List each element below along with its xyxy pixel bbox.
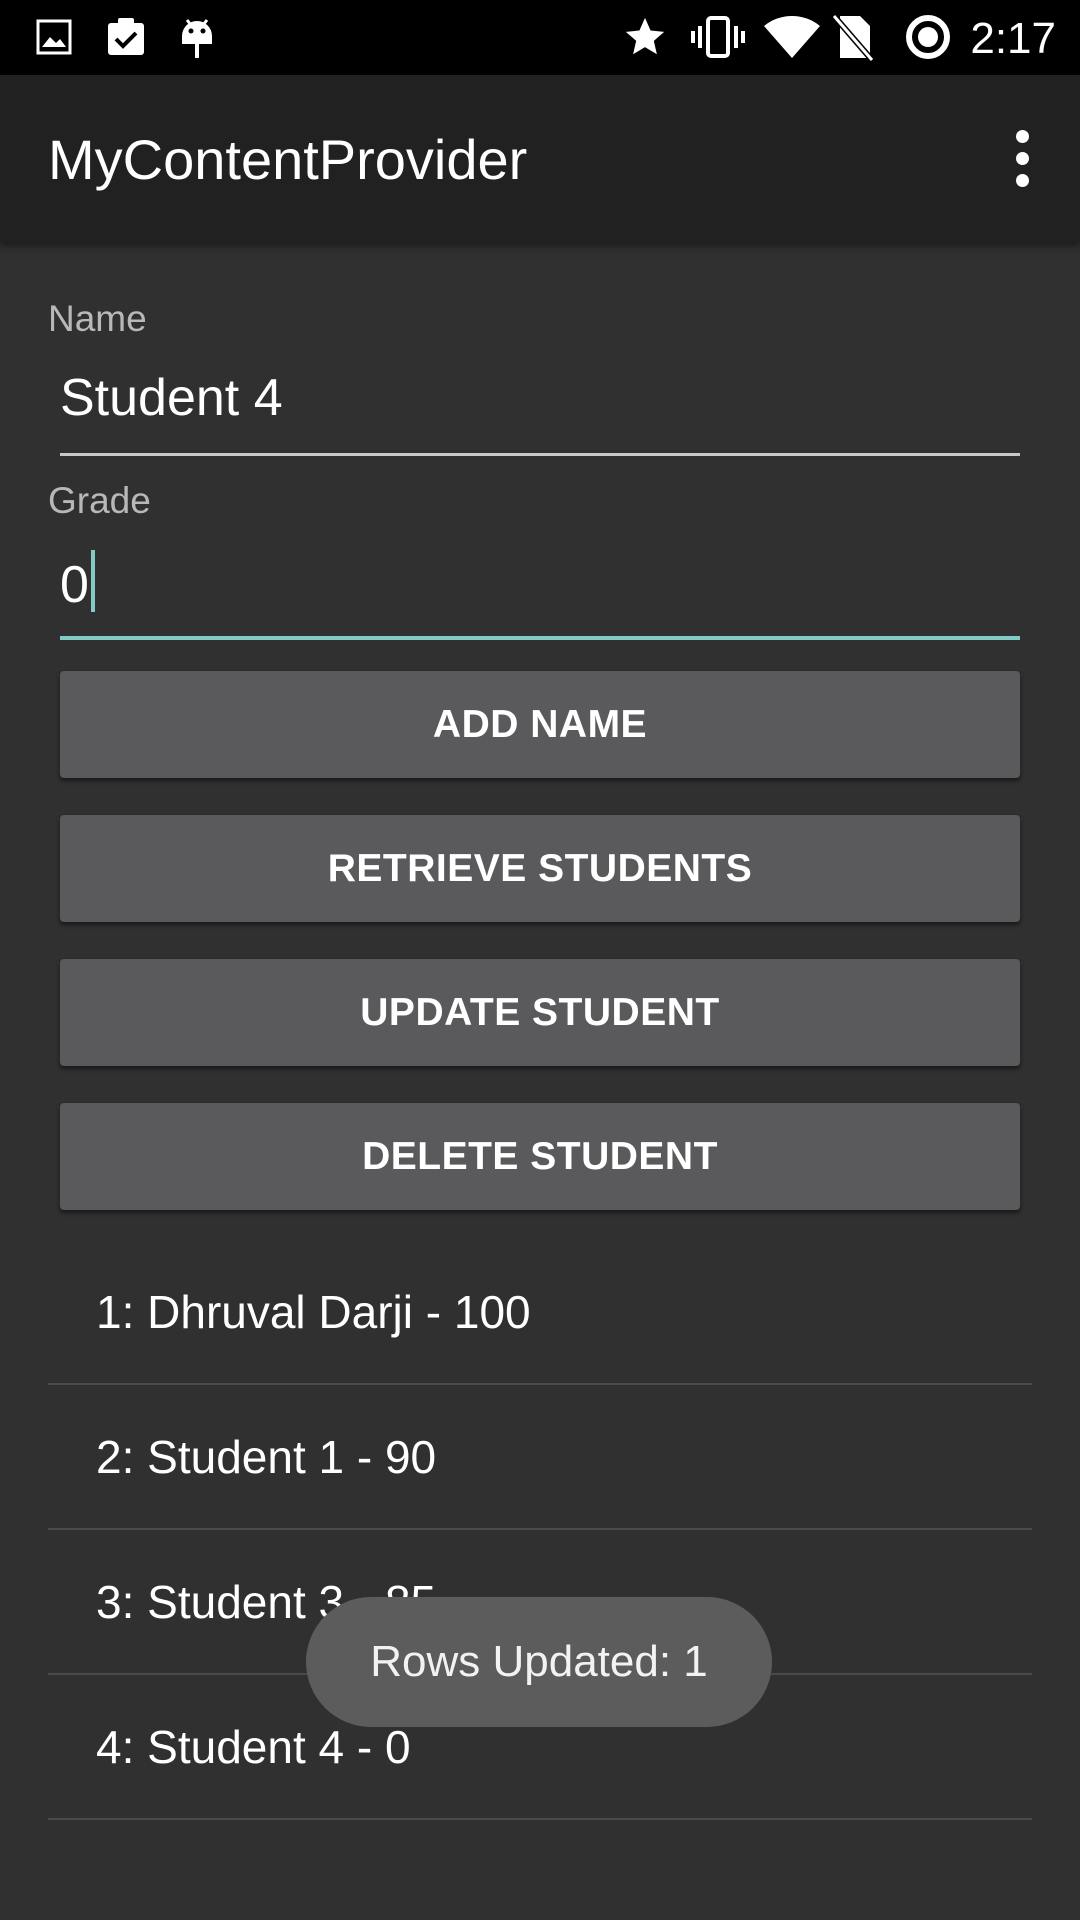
overflow-menu-icon[interactable] (990, 127, 1054, 191)
clipboard-check-icon (104, 12, 148, 62)
list-item[interactable]: 1: Dhruval Darji - 100 (48, 1240, 1032, 1385)
status-bar: 2:17 (0, 0, 1080, 75)
add-name-button[interactable]: ADD NAME (60, 671, 1020, 778)
delete-student-button[interactable]: DELETE STUDENT (60, 1103, 1020, 1210)
grade-label: Grade (48, 480, 151, 521)
retrieve-students-button[interactable]: RETRIEVE STUDENTS (60, 815, 1020, 922)
app-bar: MyContentProvider (0, 75, 1080, 242)
toast-message: Rows Updated: 1 (306, 1597, 772, 1727)
text-cursor (90, 550, 95, 612)
sync-circle-icon (904, 12, 952, 62)
update-student-button[interactable]: UPDATE STUDENT (60, 959, 1020, 1066)
name-label: Name (48, 298, 147, 339)
student-list[interactable]: 1: Dhruval Darji - 100 2: Student 1 - 90… (48, 1240, 1032, 1870)
star-icon (622, 12, 668, 62)
name-input[interactable]: Student 4 (60, 368, 283, 428)
list-item[interactable]: 2: Student 1 - 90 (48, 1385, 1032, 1530)
image-icon (36, 12, 72, 62)
app-title: MyContentProvider (48, 128, 528, 191)
android-debug-icon (178, 12, 216, 62)
status-time: 2:17 (970, 14, 1056, 63)
grade-input-value: 0 (60, 556, 89, 614)
name-input-underline (60, 453, 1020, 456)
grade-input[interactable]: 0 (60, 550, 95, 615)
no-sim-icon (830, 12, 876, 62)
vibrate-icon (690, 12, 746, 62)
grade-input-underline (60, 636, 1020, 640)
wifi-icon (762, 12, 822, 62)
list-item[interactable]: 5: Student 5 - 95 (48, 1820, 1032, 1871)
